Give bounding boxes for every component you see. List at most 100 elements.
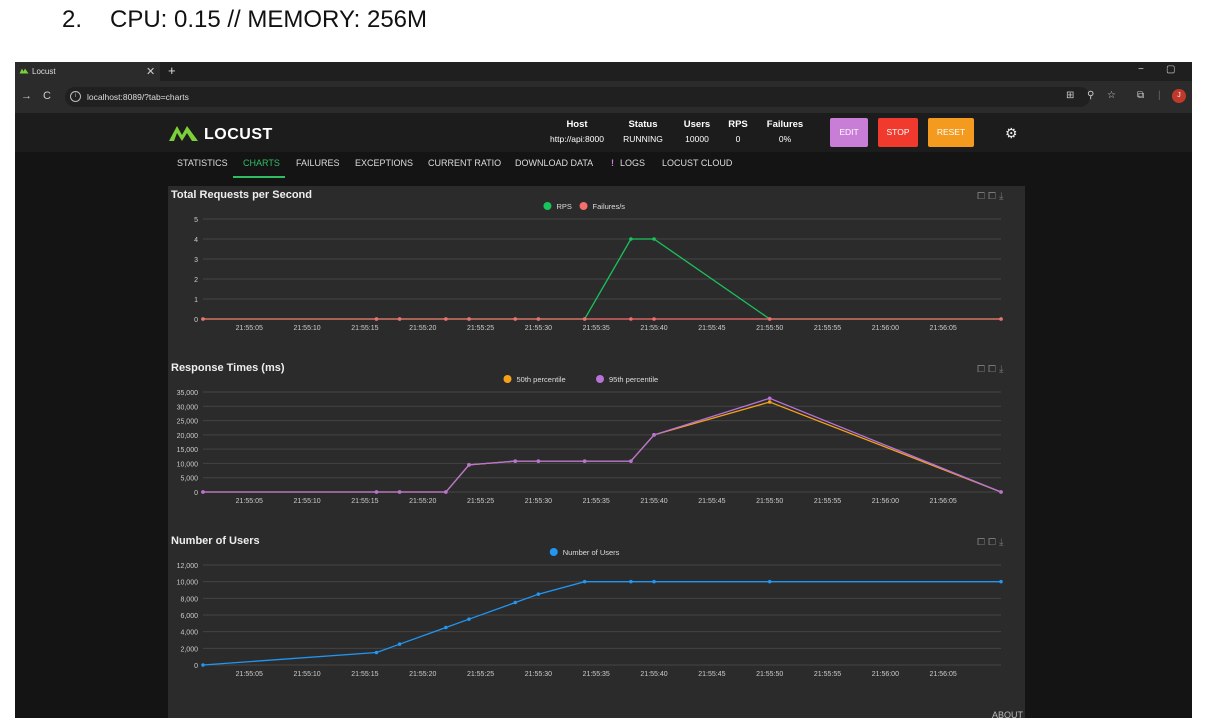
stop-button[interactable]: STOP — [878, 118, 918, 147]
data-point-users-0-11 — [999, 579, 1003, 584]
x-tick-label-rps-9: 21:55:50 — [756, 325, 783, 332]
tab-close-icon[interactable]: ✕ — [146, 65, 155, 78]
minimize-icon[interactable]: − — [1138, 64, 1144, 75]
slide-caption: 2. CPU: 0.15 // MEMORY: 256M — [62, 6, 427, 34]
tab-exceptions[interactable]: EXCEPTIONS — [355, 158, 413, 168]
url-text: localhost:8089/?tab=charts — [87, 92, 189, 102]
stat-status-label: Status — [628, 119, 658, 130]
site-info-icon[interactable]: i — [70, 91, 81, 102]
y-tick-label-response-0: 0 — [194, 490, 198, 497]
charts-panel: Total Requests per Second ⧠⧠⤓ Response T… — [168, 186, 1025, 718]
tab-current-ratio[interactable]: CURRENT RATIO — [428, 158, 501, 168]
data-point-response-1-3 — [444, 490, 448, 494]
data-point-rps-1-5 — [513, 317, 518, 321]
y-tick-label-users-1: 2,000 — [180, 646, 198, 653]
stat-status: Status RUNNING — [620, 119, 666, 144]
data-point-rps-1-10 — [767, 317, 772, 321]
locust-logo-icon — [169, 126, 198, 141]
edit-button[interactable]: EDIT — [830, 118, 868, 147]
x-tick-label-response-0: 21:55:05 — [236, 498, 263, 505]
url-field[interactable]: i localhost:8089/?tab=charts — [65, 87, 1090, 107]
y-tick-label-rps-2: 2 — [194, 277, 198, 284]
y-tick-label-rps-1: 1 — [194, 297, 198, 304]
data-point-rps-1-11 — [999, 317, 1003, 321]
data-point-users-0-5 — [513, 600, 518, 605]
x-tick-label-users-3: 21:55:20 — [409, 671, 436, 678]
data-point-rps-1-6 — [536, 317, 541, 321]
reset-button[interactable]: RESET — [928, 118, 974, 147]
tab-charts[interactable]: CHARTS — [243, 158, 280, 168]
toolbar-divider: | — [1158, 90, 1161, 101]
stat-host-label: Host — [566, 119, 588, 130]
tab-failures[interactable]: FAILURES — [296, 158, 340, 168]
data-point-response-1-8 — [629, 459, 633, 463]
legend-swatch-rps-0 — [543, 202, 552, 210]
data-point-rps-0-8 — [629, 237, 633, 241]
x-tick-label-rps-7: 21:55:40 — [640, 325, 667, 332]
legend-label-users-0: Number of Users — [563, 548, 620, 557]
extensions-icon[interactable]: ⧉ — [1137, 90, 1144, 101]
tab-bar: Locust ✕ + − ▢ — [15, 62, 1192, 81]
bookmark-star-icon[interactable]: ☆ — [1107, 90, 1116, 101]
x-tick-label-response-7: 21:55:40 — [640, 498, 667, 505]
maximize-icon[interactable]: ▢ — [1166, 64, 1175, 75]
locust-header: LOCUST Host http://api:8000 Status RUNNI… — [15, 113, 1192, 152]
data-point-users-0-6 — [536, 592, 541, 596]
data-point-rps-1-7 — [582, 317, 587, 321]
x-tick-label-response-3: 21:55:20 — [409, 498, 436, 505]
brand-name: LOCUST — [204, 126, 273, 143]
legend-label-response-1: 95th percentile — [609, 375, 658, 384]
stat-host-value: http://api:8000 — [550, 134, 604, 144]
data-point-users-0-2 — [397, 642, 402, 646]
data-point-rps-0-9 — [652, 237, 656, 241]
zoom-icon[interactable]: ⚲ — [1087, 90, 1094, 101]
data-point-response-0-10 — [767, 400, 772, 404]
y-tick-label-response-4: 20,000 — [177, 433, 199, 440]
data-point-users-0-1 — [374, 650, 379, 655]
tab-statistics[interactable]: STATISTICS — [177, 158, 228, 168]
x-tick-label-response-4: 21:55:25 — [467, 498, 494, 505]
legend-label-response-0: 50th percentile — [517, 375, 566, 384]
reload-icon[interactable]: C — [43, 90, 51, 102]
x-tick-label-rps-2: 21:55:15 — [351, 325, 378, 332]
x-tick-label-response-9: 21:55:50 — [756, 498, 783, 505]
data-point-rps-1-9 — [652, 317, 656, 321]
profile-avatar[interactable]: J — [1172, 89, 1186, 103]
tab-download-data[interactable]: DOWNLOAD DATA — [515, 158, 593, 168]
data-point-users-0-3 — [444, 625, 448, 630]
new-tab-button[interactable]: + — [168, 63, 176, 78]
legend-swatch-users-0 — [549, 548, 558, 556]
footer-about[interactable]: ABOUT — [992, 710, 1023, 718]
x-tick-label-users-0: 21:55:05 — [236, 671, 263, 678]
x-tick-label-rps-4: 21:55:25 — [467, 325, 494, 332]
caption-number: 2. — [62, 6, 83, 33]
x-tick-label-users-8: 21:55:45 — [698, 671, 725, 678]
y-tick-label-rps-4: 4 — [194, 237, 198, 244]
browser-window: Locust ✕ + − ▢ → C i localhost:8089/?tab… — [15, 62, 1192, 718]
settings-gear-icon[interactable]: ⚙ — [1005, 125, 1018, 142]
translate-icon[interactable]: ⊞ — [1066, 90, 1074, 101]
y-tick-label-users-0: 0 — [194, 663, 198, 670]
tab-logs[interactable]: LOGS — [620, 158, 645, 168]
legend-swatch-rps-1 — [579, 202, 588, 210]
data-point-response-1-6 — [536, 459, 541, 463]
x-tick-label-users-11: 21:56:00 — [872, 671, 899, 678]
x-tick-label-rps-11: 21:56:00 — [872, 325, 899, 332]
stat-rps-label: RPS — [728, 119, 748, 130]
series-line-response-0 — [203, 401, 1002, 493]
y-tick-label-response-1: 5,000 — [180, 476, 198, 483]
nav-tabs: STATISTICS CHARTS FAILURES EXCEPTIONS CU… — [15, 152, 1192, 178]
x-tick-label-users-6: 21:55:35 — [583, 671, 610, 678]
x-tick-label-users-4: 21:55:25 — [467, 671, 494, 678]
tab-locust-cloud[interactable]: LOCUST CLOUD — [662, 158, 732, 168]
legend-swatch-response-0 — [503, 375, 512, 383]
data-point-users-0-7 — [582, 579, 587, 584]
x-tick-label-response-10: 21:55:55 — [814, 498, 841, 505]
y-tick-label-rps-5: 5 — [194, 217, 198, 224]
x-tick-label-users-12: 21:56:05 — [930, 671, 957, 678]
forward-icon[interactable]: → — [21, 90, 32, 102]
data-point-response-1-9 — [652, 433, 656, 437]
x-tick-label-rps-3: 21:55:20 — [409, 325, 436, 332]
browser-tab[interactable]: Locust ✕ — [15, 62, 160, 81]
stat-failures-label: Failures — [766, 119, 804, 130]
